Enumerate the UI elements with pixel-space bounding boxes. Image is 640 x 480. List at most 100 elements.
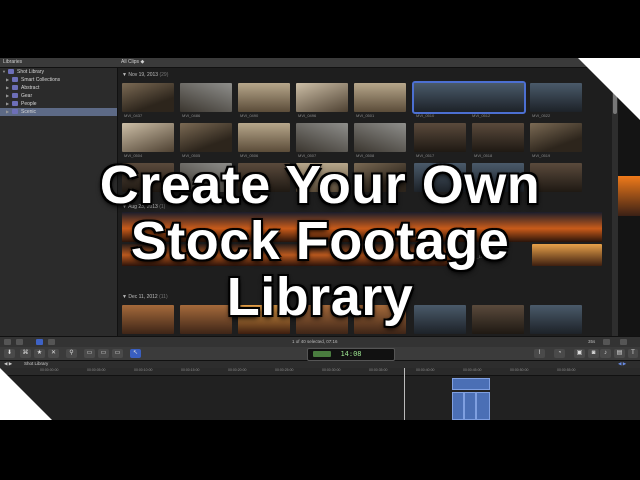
sidebar-item-smart-collections[interactable]: ▶ Smart Collections [0,76,117,84]
clip-thumbnail[interactable] [238,123,290,152]
snapping-button[interactable]: ⌇ [534,349,545,358]
ruler-tick: 00:00:25:00 [275,368,294,372]
headline-line-3: Library [226,267,414,327]
timecode-display[interactable]: 14:08 [307,348,395,361]
library-toggle-button[interactable] [4,339,11,345]
titles-icon[interactable]: T [628,349,638,358]
reject-icon[interactable]: ✕ [48,349,59,358]
project-name: Shot Library [24,361,49,366]
clip-name: MVI_0522 [532,113,551,118]
browser-filter-dropdown[interactable]: All Clips ◆ [121,59,144,65]
ruler-tick: 00:00:05:00 [87,368,106,372]
clip-thumbnail[interactable] [354,83,406,112]
clip-thumbnail[interactable] [180,83,232,112]
clip-duration-label: 35s [588,339,596,344]
magnifier-icon[interactable]: ⚲ [66,349,77,358]
ruler-tick: 00:00:40:00 [416,368,435,372]
ruler-tick: 00:00:15:00 [181,368,200,372]
clip-name: MVI_0437 [124,113,143,118]
event-icon [12,93,18,99]
clip-name: MVI_0490 [240,113,259,118]
timeline-clip[interactable] [464,392,476,420]
generator-icon[interactable]: ▤ [614,349,625,358]
effects-icon[interactable]: ▣ [574,349,585,358]
history-arrows-icon[interactable]: ◀ ▶ [618,361,626,367]
select-tool-button[interactable]: ↖ [130,349,141,358]
clip-thumbnail-selected[interactable] [412,81,526,114]
ruler-tick: 00:00:55:00 [557,368,576,372]
playhead-icon [313,351,331,357]
sidebar-item-label: Smart Collections [21,77,61,83]
event-icon [12,85,18,91]
clip-name: MVI_0486 [182,113,201,118]
timeline-clip[interactable] [452,392,464,420]
insert-button[interactable]: ▭ [98,349,109,358]
clip-name: MVI_0496 [298,113,317,118]
headline-line-1: Create Your Own [99,155,541,215]
sidebar-item-label: Abstract [21,85,40,91]
sidebar-item-label: Shot Library [17,69,44,75]
group-header[interactable]: ▼ Nov 19, 2013 (29) [122,72,168,78]
list-view-button[interactable] [48,339,55,345]
timeline-clip[interactable] [452,378,490,390]
ruler-tick: 00:00:00:00 [40,368,59,372]
sidebar-item-people[interactable]: ▶ People [0,100,117,108]
music-icon[interactable]: ♪ [600,349,611,358]
clip-thumbnail[interactable] [472,123,524,152]
selection-status: 1 of 40 selected, 07:16 [292,339,338,344]
pane-header-bar: Libraries All Clips ◆ [0,58,640,68]
timeline-clip[interactable] [476,392,490,420]
clip-name: MVI_0512 [472,113,491,118]
clip-thumbnail[interactable] [238,83,290,112]
clip-thumbnail[interactable] [122,123,174,152]
clip-appearance-button[interactable] [603,339,610,345]
group-count: (29) [159,72,169,78]
camera-icon[interactable]: ◙ [588,349,599,358]
clip-thumbnail[interactable] [296,83,348,112]
skimming-button[interactable]: ◔ [554,349,565,358]
clip-thumbnail[interactable] [354,123,406,152]
event-icon [12,101,18,107]
filmstrip-view-button[interactable] [36,339,43,345]
gear-icon[interactable] [16,339,23,345]
ruler-tick: 00:00:45:00 [463,368,482,372]
timeline-header: ◀ ▶ Shot Library ◀ ▶ [0,361,640,368]
connect-button[interactable]: ▭ [84,349,95,358]
clip-thumbnail[interactable] [180,123,232,152]
scrollbar-thumb[interactable] [613,74,617,114]
sidebar-item-abstract[interactable]: ▶ Abstract [0,84,117,92]
headline-line-2: Stock Footage [130,211,510,271]
timecode-value: 14:08 [340,350,362,358]
library-icon [8,69,14,75]
clip-thumbnail[interactable] [296,123,348,152]
clip-name: MVI_0510 [416,113,435,118]
search-icon[interactable] [620,339,627,345]
sidebar-item-shot-library[interactable]: ▼ Shot Library [0,68,117,76]
timeline-ruler[interactable]: 00:00:00:00 00:00:05:00 00:00:10:00 00:0… [0,368,640,376]
sidebar-item-gear[interactable]: ▶ Gear [0,92,117,100]
favorite-icon[interactable]: ★ [34,349,45,358]
ruler-tick: 00:00:20:00 [228,368,247,372]
ruler-tick: 00:00:10:00 [134,368,153,372]
playhead[interactable] [404,368,405,420]
back-icon[interactable]: ◀ ▶ [4,361,12,367]
clip-thumbnail[interactable] [414,123,466,152]
group-date: Nov 19, 2013 [128,72,159,78]
timeline-toolbar: ⬇ ⌘ ★ ✕ ⚲ ▭ ▭ ▭ ↖ 14:08 ⌇ ◔ ▣ ◙ ♪ ▤ T [0,347,640,361]
sidebar-item-label: People [21,101,37,107]
sidebar-item-label: Scenic [21,109,37,115]
sidebar-item-label: Gear [21,93,33,99]
import-icon[interactable]: ⬇ [4,349,15,358]
ruler-tick: 00:00:30:00 [322,368,341,372]
event-icon [12,109,18,115]
clip-thumbnail[interactable] [122,83,174,112]
timeline-tracks[interactable] [0,376,640,420]
folder-icon [12,77,18,83]
sidebar-item-scenic[interactable]: ▶ Scenic [0,108,117,116]
clip-thumbnail[interactable] [530,123,582,152]
ruler-tick: 00:00:50:00 [510,368,529,372]
keyword-icon[interactable]: ⌘ [20,349,31,358]
clip-thumbnail[interactable] [530,83,582,112]
ruler-tick: 00:00:35:00 [369,368,388,372]
append-button[interactable]: ▭ [112,349,123,358]
